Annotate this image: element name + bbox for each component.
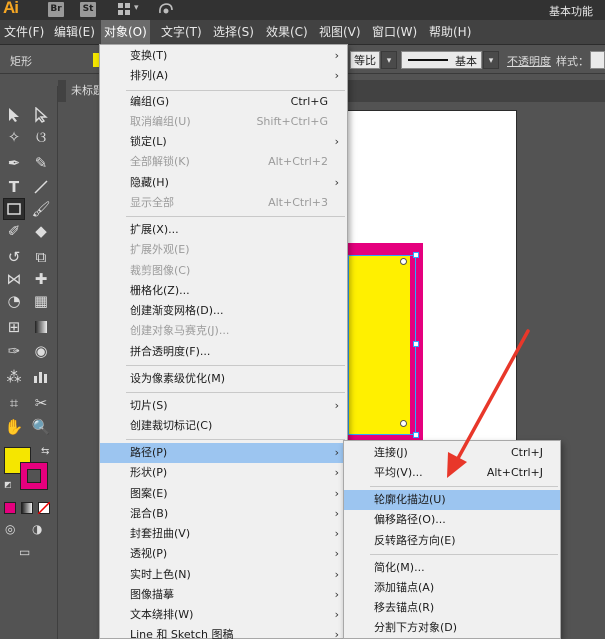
annotation-arrow (447, 329, 530, 478)
